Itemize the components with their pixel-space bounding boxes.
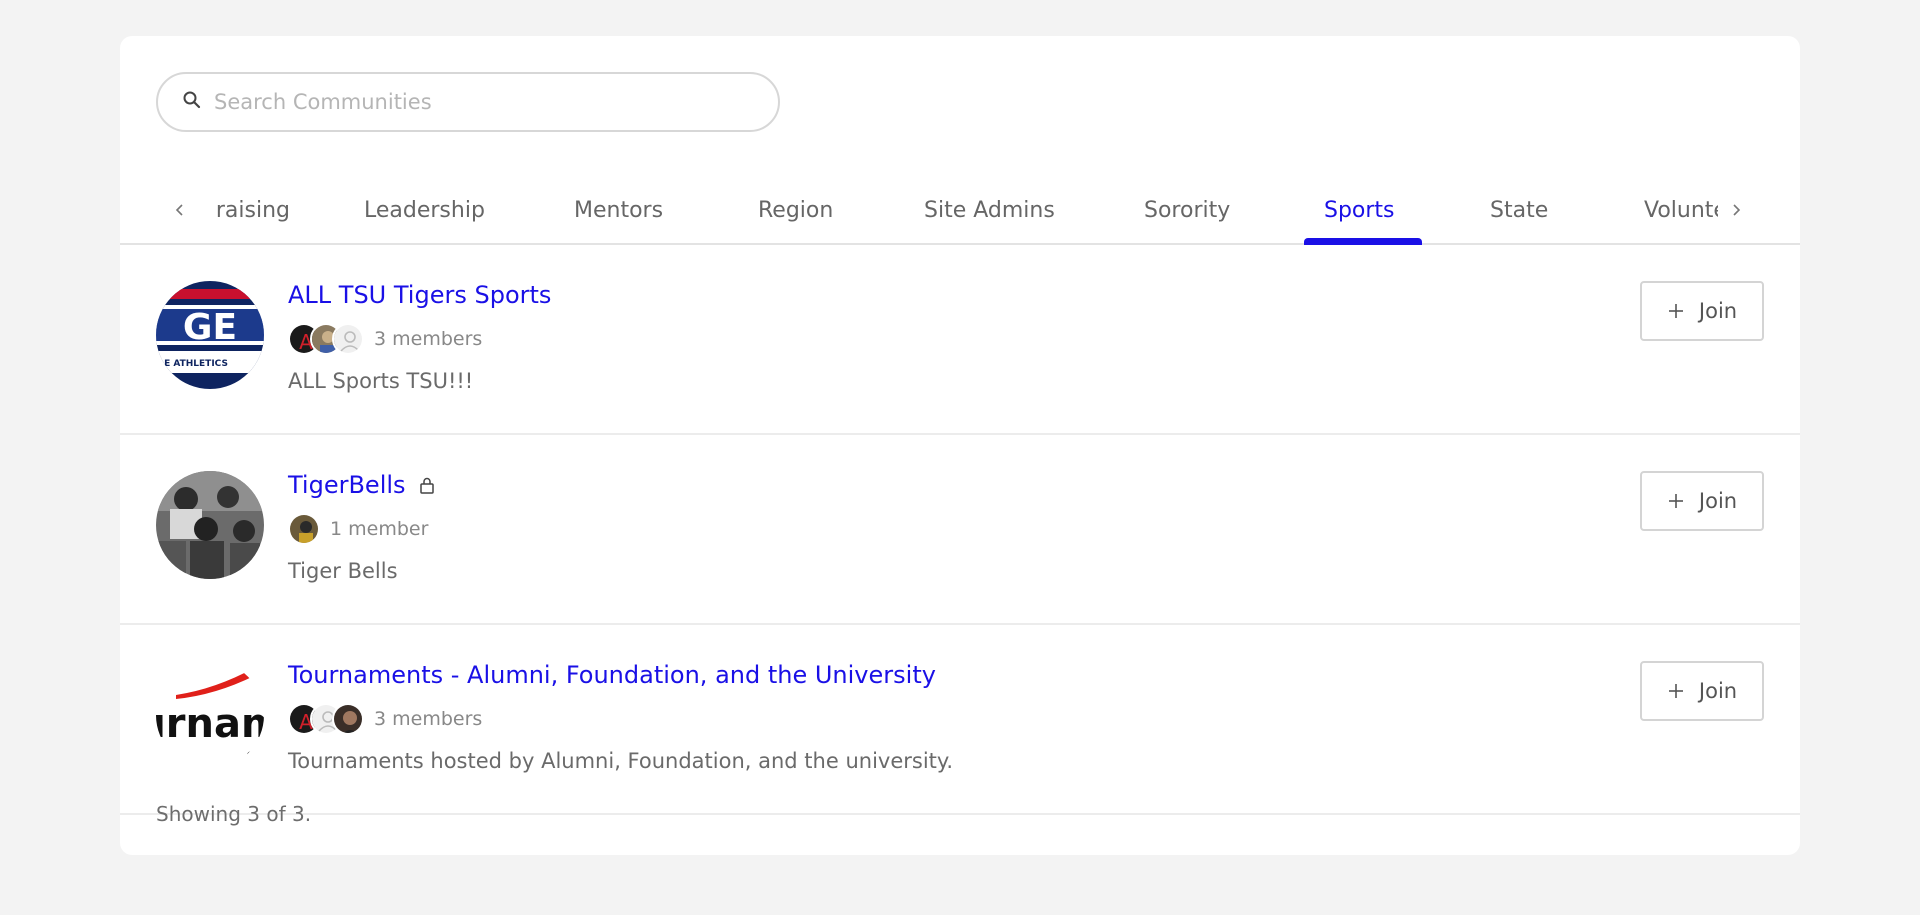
member-avatar xyxy=(332,703,364,735)
plus-icon xyxy=(1668,304,1683,318)
join-button[interactable]: Join xyxy=(1640,471,1764,531)
community-title[interactable]: TigerBells xyxy=(288,471,406,499)
tab-leadership[interactable]: Leadership xyxy=(364,198,485,223)
tab-mentors[interactable]: Mentors xyxy=(574,198,663,223)
tab-sorority[interactable]: Sorority xyxy=(1144,198,1230,223)
chevron-left-icon[interactable] xyxy=(166,196,194,224)
community-title-link[interactable]: TigerBells xyxy=(288,471,436,499)
svg-text:c: c xyxy=(246,745,257,766)
community-avatar[interactable]: urnam c xyxy=(156,661,264,769)
community-row: TigerBells 1 member Tiger Bells Join xyxy=(120,435,1800,625)
plus-icon xyxy=(1668,684,1683,698)
search-input[interactable] xyxy=(214,90,734,114)
community-row: GE E ATHLETICS ALL TSU Tigers Sports A 3… xyxy=(120,245,1800,435)
search-box[interactable] xyxy=(156,72,780,132)
category-tabs: raising Leadership Mentors Region Site A… xyxy=(120,178,1800,245)
community-description: ALL Sports TSU!!! xyxy=(288,369,474,393)
tab-state[interactable]: State xyxy=(1490,198,1548,223)
join-label: Join xyxy=(1698,299,1738,323)
tab-region[interactable]: Region xyxy=(758,198,833,223)
community-avatar[interactable] xyxy=(156,471,264,579)
tab-site-admins[interactable]: Site Admins xyxy=(924,198,1055,223)
members-summary: A 3 members xyxy=(288,703,482,735)
tab-fundraising[interactable]: raising xyxy=(202,198,290,223)
join-label: Join xyxy=(1698,679,1738,703)
join-button[interactable]: Join xyxy=(1640,661,1764,721)
lock-icon xyxy=(418,476,436,494)
join-button[interactable]: Join xyxy=(1640,281,1764,341)
plus-icon xyxy=(1668,494,1683,508)
member-count[interactable]: 1 member xyxy=(330,518,428,540)
member-avatar xyxy=(288,513,320,545)
tab-sports[interactable]: Sports xyxy=(1324,198,1395,223)
community-title[interactable]: ALL TSU Tigers Sports xyxy=(288,281,551,309)
member-avatar-placeholder xyxy=(332,323,364,355)
community-description: Tiger Bells xyxy=(288,559,398,583)
results-count: Showing 3 of 3. xyxy=(156,802,312,826)
tab-label: raising xyxy=(215,198,290,223)
community-title-link[interactable]: Tournaments - Alumni, Foundation, and th… xyxy=(288,661,936,689)
community-title-link[interactable]: ALL TSU Tigers Sports xyxy=(288,281,551,309)
member-count[interactable]: 3 members xyxy=(374,328,482,350)
community-title[interactable]: Tournaments - Alumni, Foundation, and th… xyxy=(288,661,936,689)
members-summary: A 3 members xyxy=(288,323,482,355)
svg-text:urnam: urnam xyxy=(156,701,264,747)
member-count[interactable]: 3 members xyxy=(374,708,482,730)
active-tab-indicator xyxy=(1304,238,1422,245)
community-avatar[interactable]: GE E ATHLETICS xyxy=(156,281,264,389)
tab-volunteers[interactable]: Volunteers xyxy=(1644,198,1718,223)
svg-text:GE: GE xyxy=(183,307,237,348)
community-row: urnam c Tournaments - Alumni, Foundation… xyxy=(120,625,1800,815)
search-icon xyxy=(182,90,214,114)
chevron-right-icon[interactable] xyxy=(1722,196,1750,224)
communities-card: raising Leadership Mentors Region Site A… xyxy=(120,36,1800,855)
community-description: Tournaments hosted by Alumni, Foundation… xyxy=(288,749,953,773)
join-label: Join xyxy=(1698,489,1738,513)
svg-text:E ATHLETICS: E ATHLETICS xyxy=(164,359,228,369)
members-summary: 1 member xyxy=(288,513,428,545)
